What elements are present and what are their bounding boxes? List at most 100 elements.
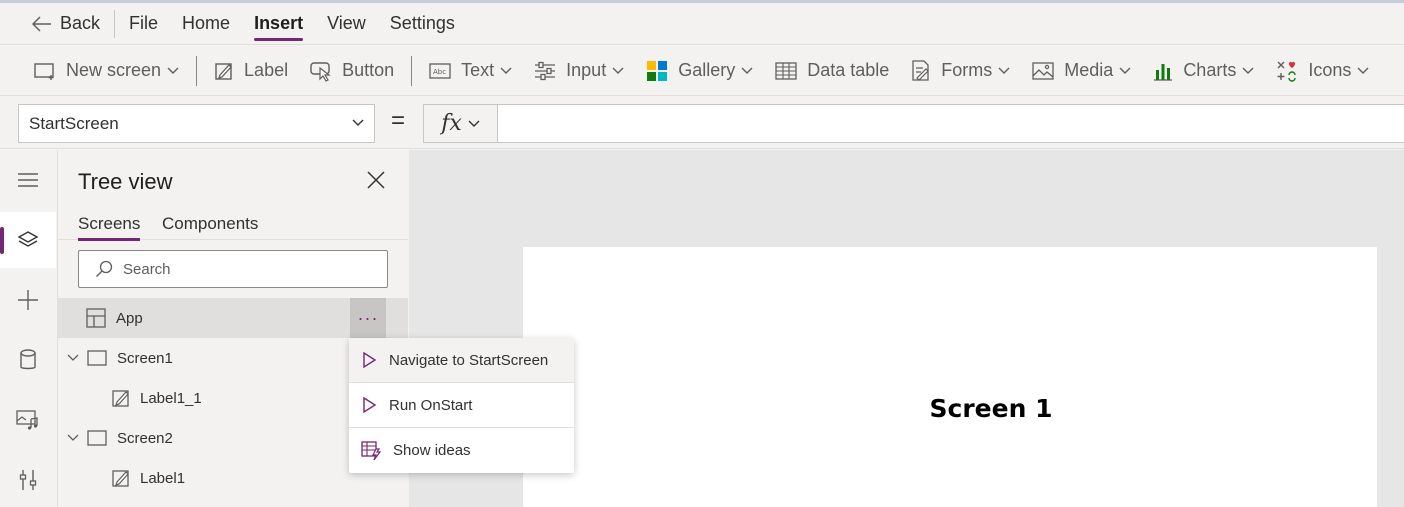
tools-icon: [19, 470, 37, 490]
chevron-down-icon: [352, 119, 364, 126]
search-placeholder: Search: [123, 260, 171, 278]
tree-node-label: Label1: [140, 469, 186, 487]
text-input-icon: Abc: [429, 62, 451, 79]
media-library-icon: [16, 410, 38, 430]
gallery-button[interactable]: Gallery: [635, 46, 764, 95]
chevron-down-icon[interactable]: [67, 354, 79, 362]
close-icon[interactable]: [366, 170, 386, 190]
icons-gallery-icon: [1277, 61, 1297, 82]
input-button[interactable]: Input: [523, 46, 635, 95]
menu-item-run-onstart[interactable]: Run OnStart: [349, 383, 574, 427]
tree-node-app[interactable]: App ···: [58, 298, 408, 338]
menu-bar: Back File Home Insert View Settings: [0, 3, 1404, 45]
tree-tabs: Screens Components: [58, 212, 408, 241]
property-value: StartScreen: [29, 113, 119, 133]
menu-file[interactable]: File: [117, 3, 170, 45]
menu-item-show-ideas[interactable]: Show ideas: [349, 428, 574, 472]
new-screen-icon: [34, 62, 54, 80]
icons-button[interactable]: Icons: [1265, 46, 1380, 95]
function-button[interactable]: fx: [423, 104, 498, 143]
tree-view-rail-button[interactable]: [0, 212, 56, 268]
media-label: Media: [1064, 60, 1114, 80]
hamburger-icon: [18, 173, 38, 187]
forms-label: Forms: [941, 60, 993, 80]
formula-input[interactable]: [497, 104, 1404, 143]
hamburger-button[interactable]: [0, 152, 56, 208]
app-icon: [86, 308, 106, 328]
chevron-down-icon: [741, 67, 753, 74]
label-button[interactable]: Label: [203, 46, 299, 95]
chevron-down-icon[interactable]: [67, 434, 79, 442]
back-label: Back: [60, 13, 101, 33]
label-icon: [112, 390, 129, 407]
chevron-down-icon: [500, 67, 512, 74]
menu-settings[interactable]: Settings: [378, 3, 467, 45]
tab-screens[interactable]: Screens: [78, 214, 141, 241]
icons-label: Icons: [1308, 60, 1352, 80]
screen-icon: [87, 350, 107, 366]
layers-icon: [17, 231, 39, 247]
screen-preview[interactable]: Screen 1: [523, 247, 1377, 507]
chevron-down-icon: [1242, 67, 1254, 74]
data-table-label: Data table: [807, 60, 890, 80]
tree-search-input[interactable]: Search: [78, 250, 388, 288]
menu-view[interactable]: View: [315, 3, 378, 45]
svg-text:Abc: Abc: [433, 68, 446, 76]
label-icon: [112, 470, 129, 487]
form-icon: [912, 59, 930, 81]
chevron-down-icon: [167, 67, 179, 74]
context-menu: Navigate to StartScreen Run OnStart Show…: [349, 338, 574, 473]
new-screen-label: New screen: [66, 60, 162, 80]
fx-label: fx: [441, 111, 462, 136]
plus-icon: [18, 290, 38, 310]
new-screen-button[interactable]: New screen: [0, 46, 190, 95]
forms-button[interactable]: Forms: [900, 46, 1021, 95]
search-icon: [96, 260, 113, 277]
button-label: Button: [342, 60, 395, 80]
ribbon-separator: [196, 55, 198, 86]
sliders-icon: [535, 61, 556, 80]
menu-home[interactable]: Home: [170, 3, 242, 45]
menu-item-label: Show ideas: [393, 441, 471, 459]
tree-node-label: Screen1: [117, 349, 173, 367]
chevron-down-icon: [468, 120, 480, 127]
gallery-icon: [647, 60, 668, 81]
insert-rail-button[interactable]: [0, 272, 56, 328]
chevron-down-icon: [1357, 67, 1369, 74]
screen-icon: [87, 430, 107, 446]
menu-separator: [114, 9, 116, 38]
left-rail: [0, 150, 58, 507]
back-button[interactable]: Back: [0, 3, 112, 45]
tab-components[interactable]: Components: [162, 214, 258, 234]
button-icon: [310, 61, 331, 82]
property-dropdown[interactable]: StartScreen: [18, 104, 375, 143]
menu-insert[interactable]: Insert: [242, 3, 315, 45]
more-options-button[interactable]: ···: [350, 298, 386, 338]
tree-view-title: Tree view: [78, 169, 173, 194]
charts-button[interactable]: Charts: [1142, 46, 1265, 95]
ribbon-separator: [411, 55, 413, 86]
data-table-button[interactable]: Data table: [764, 46, 900, 95]
media-button[interactable]: Media: [1021, 46, 1142, 95]
tree-node-label: App: [116, 309, 143, 327]
screen-title-label[interactable]: Screen 1: [523, 394, 1404, 423]
insert-ribbon: New screen Label Button Abc Text Input G…: [0, 46, 1404, 96]
media-rail-button[interactable]: [0, 392, 56, 448]
tools-rail-button[interactable]: [0, 452, 56, 507]
image-icon: [1032, 61, 1054, 80]
button-button[interactable]: Button: [299, 46, 405, 95]
menu-item-navigate[interactable]: Navigate to StartScreen: [349, 338, 574, 382]
chevron-down-icon: [612, 67, 624, 74]
equals-sign: =: [391, 107, 406, 134]
formula-bar: StartScreen = fx: [0, 97, 1404, 149]
text-label: Text: [461, 60, 495, 80]
menu-item-label: Navigate to StartScreen: [389, 351, 549, 369]
tree-node-label: Screen2: [117, 429, 173, 447]
chevron-down-icon: [1119, 67, 1131, 74]
table-icon: [775, 61, 797, 80]
text-button[interactable]: Abc Text: [418, 46, 523, 95]
play-icon: [363, 396, 377, 414]
gallery-label: Gallery: [678, 60, 736, 80]
input-label: Input: [566, 60, 607, 80]
data-rail-button[interactable]: [0, 332, 56, 388]
